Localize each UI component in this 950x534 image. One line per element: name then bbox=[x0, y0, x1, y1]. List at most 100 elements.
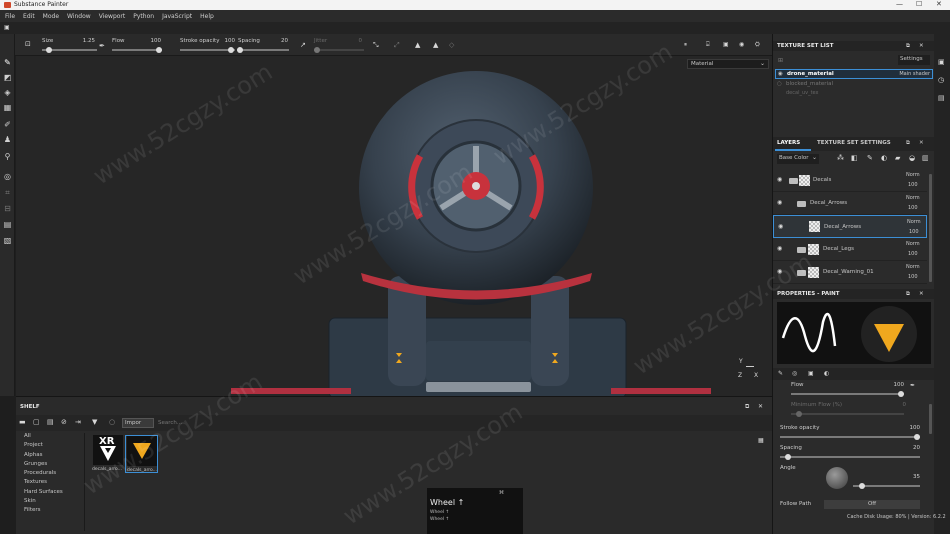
measure-icon[interactable]: ⊟ bbox=[3, 204, 12, 213]
close-layers-icon[interactable]: ✕ bbox=[919, 140, 924, 146]
stroke-opacity-prop-slider[interactable] bbox=[780, 434, 920, 440]
view-icon[interactable]: ▣ bbox=[723, 41, 729, 48]
viewer-settings-icon[interactable]: ▣ bbox=[938, 58, 945, 66]
menu-python[interactable]: Python bbox=[133, 13, 154, 20]
channel-select[interactable]: Base Color ⌄ bbox=[777, 154, 819, 164]
angle-value[interactable]: 35 bbox=[908, 474, 920, 480]
menu-help[interactable]: Help bbox=[200, 13, 214, 20]
eraser-icon[interactable]: ◩ bbox=[3, 73, 12, 82]
mirror-z-icon[interactable]: ◇ bbox=[449, 41, 454, 49]
spacing-slider[interactable] bbox=[237, 47, 289, 53]
hide-icon[interactable]: ⊘ bbox=[61, 418, 67, 426]
menu-mode[interactable]: Mode bbox=[43, 13, 59, 20]
size-slider[interactable] bbox=[42, 47, 97, 53]
flow-prop-value[interactable]: 100 bbox=[888, 382, 905, 388]
export-icon[interactable]: ▧ bbox=[3, 236, 12, 245]
menu-edit[interactable]: Edit bbox=[23, 13, 35, 20]
spacing-prop-slider[interactable] bbox=[780, 454, 920, 460]
layer-row[interactable]: ◉ Decals Norm 100 bbox=[773, 169, 927, 192]
jitter-slider[interactable] bbox=[314, 47, 364, 53]
projection-icon[interactable]: ◈ bbox=[3, 88, 12, 97]
close-shelf-icon[interactable]: ✕ bbox=[758, 403, 763, 410]
export-shelf-icon[interactable]: ⇥ bbox=[75, 418, 81, 426]
add-effect-icon[interactable]: ⁂ bbox=[837, 154, 844, 162]
search-icon[interactable]: ○ bbox=[109, 418, 115, 426]
minimize-button[interactable]: — bbox=[896, 0, 903, 8]
pressure-icon[interactable]: ✒ bbox=[910, 382, 915, 389]
log-icon[interactable]: ▤ bbox=[938, 94, 945, 102]
flow-prop-slider[interactable] bbox=[791, 391, 904, 397]
smudge-icon[interactable]: ✐ bbox=[3, 120, 12, 129]
jitter-value[interactable]: 0 bbox=[352, 38, 363, 44]
import-icon[interactable]: ▤ bbox=[47, 418, 54, 426]
layers-scrollbar[interactable] bbox=[929, 174, 932, 282]
spacing-prop-value[interactable]: 20 bbox=[908, 445, 920, 451]
category-all[interactable]: All bbox=[24, 433, 84, 442]
shelf-item-1[interactable]: XR decals_arro... bbox=[92, 435, 124, 473]
filter-tag[interactable]: Impor bbox=[122, 418, 154, 428]
visibility-eye-icon[interactable]: ◉ bbox=[777, 199, 782, 206]
layer-opacity[interactable]: 100 bbox=[908, 205, 918, 211]
screenshot-icon[interactable]: ◉ bbox=[739, 41, 744, 48]
snap-icon[interactable]: ⤢ bbox=[394, 41, 400, 50]
menu-javascript[interactable]: JavaScript bbox=[162, 13, 192, 20]
axis-gizmo[interactable] bbox=[746, 366, 754, 367]
category-alphas[interactable]: Alphas bbox=[24, 452, 84, 461]
menu-window[interactable]: Window bbox=[67, 13, 91, 20]
render-icon[interactable]: ⛭ bbox=[755, 41, 760, 49]
layer-opacity[interactable]: 100 bbox=[908, 182, 918, 188]
brush-tab-icon[interactable]: ✎ bbox=[778, 370, 783, 377]
flow-slider[interactable] bbox=[112, 47, 162, 53]
tab-texture-set-settings[interactable]: TEXTURE SET SETTINGS bbox=[817, 140, 891, 146]
layer-row[interactable]: ◉ Decal_Warning_01 Norm 100 bbox=[773, 261, 927, 284]
layer-row-selected[interactable]: ◉ Decal_Arrows Norm 100 bbox=[773, 215, 927, 238]
delete-layer-icon[interactable]: ▥ bbox=[922, 154, 929, 162]
3d-viewport[interactable]: Material ⌄ Y Z X bbox=[16, 56, 772, 396]
texture-set-item-2[interactable]: ○ blocked_material bbox=[775, 80, 933, 90]
paint-brush-icon[interactable]: ✎ bbox=[3, 58, 12, 67]
texture-set-item-1[interactable]: ◉ drone_material Main shader bbox=[775, 69, 933, 79]
add-paint-layer-icon[interactable]: ✎ bbox=[867, 154, 873, 162]
bake-icon[interactable]: ◎ bbox=[3, 172, 12, 181]
angle-slider[interactable] bbox=[853, 483, 920, 489]
undock-properties-icon[interactable]: ⧉ bbox=[906, 291, 910, 298]
layer-opacity[interactable]: 100 bbox=[908, 251, 918, 257]
category-grunges[interactable]: Grunges bbox=[24, 461, 84, 470]
min-flow-value[interactable]: 0 bbox=[898, 402, 907, 408]
close-tsl-icon[interactable]: ✕ bbox=[919, 43, 924, 49]
add-fill-layer-icon[interactable]: ◐ bbox=[881, 154, 887, 162]
add-mask-icon[interactable]: ◧ bbox=[851, 154, 858, 162]
min-flow-slider[interactable] bbox=[791, 411, 904, 417]
layer-row[interactable]: ◉ Decal_Arrows Norm 100 bbox=[773, 192, 927, 215]
stroke-opacity-slider[interactable] bbox=[180, 47, 235, 53]
properties-scrollbar[interactable] bbox=[929, 404, 932, 434]
category-procedurals[interactable]: Procedurals bbox=[24, 470, 84, 479]
menu-file[interactable]: File bbox=[5, 13, 15, 20]
undock-icon[interactable]: ⧉ bbox=[745, 403, 749, 411]
fill-bucket-icon[interactable]: ◒ bbox=[909, 154, 915, 162]
category-project[interactable]: Project bbox=[24, 442, 84, 451]
layer-blend[interactable]: Norm bbox=[906, 241, 920, 247]
mirror-icon[interactable]: ▲ bbox=[415, 41, 420, 49]
pause-icon[interactable]: ⏸ bbox=[684, 41, 687, 49]
grid-view-icon[interactable]: ▦ bbox=[758, 437, 764, 444]
transform-icon[interactable]: ⌗ bbox=[3, 188, 12, 197]
follow-path-toggle[interactable]: Off bbox=[824, 500, 920, 509]
visibility-eye-icon[interactable]: ◉ bbox=[777, 176, 782, 183]
history-icon[interactable]: ◷ bbox=[938, 76, 944, 84]
layer-blend[interactable]: Norm bbox=[906, 264, 920, 270]
stroke-opacity-value[interactable]: 100 bbox=[220, 38, 236, 44]
pen-pressure-icon[interactable]: ✒ bbox=[99, 42, 105, 50]
size-value[interactable]: 1.25 bbox=[79, 38, 95, 44]
layer-blend[interactable]: Norm bbox=[906, 172, 920, 178]
layer-blend[interactable]: Norm bbox=[906, 195, 920, 201]
add-folder-icon[interactable]: ▰ bbox=[895, 154, 900, 162]
texture-set-name-3[interactable]: decal_uv_tex bbox=[786, 90, 819, 96]
stroke-opacity-prop-value[interactable]: 100 bbox=[904, 425, 921, 431]
clone-stamp-icon[interactable]: ♟ bbox=[3, 135, 12, 144]
material-tab-icon[interactable]: ◐ bbox=[824, 370, 829, 377]
alignment-icon[interactable]: ⊡ bbox=[25, 40, 31, 48]
tsl-grid-icon[interactable]: ⊞ bbox=[778, 57, 783, 64]
spacing-value[interactable]: 20 bbox=[273, 38, 288, 44]
visibility-eye-icon[interactable]: ◉ bbox=[778, 223, 783, 230]
